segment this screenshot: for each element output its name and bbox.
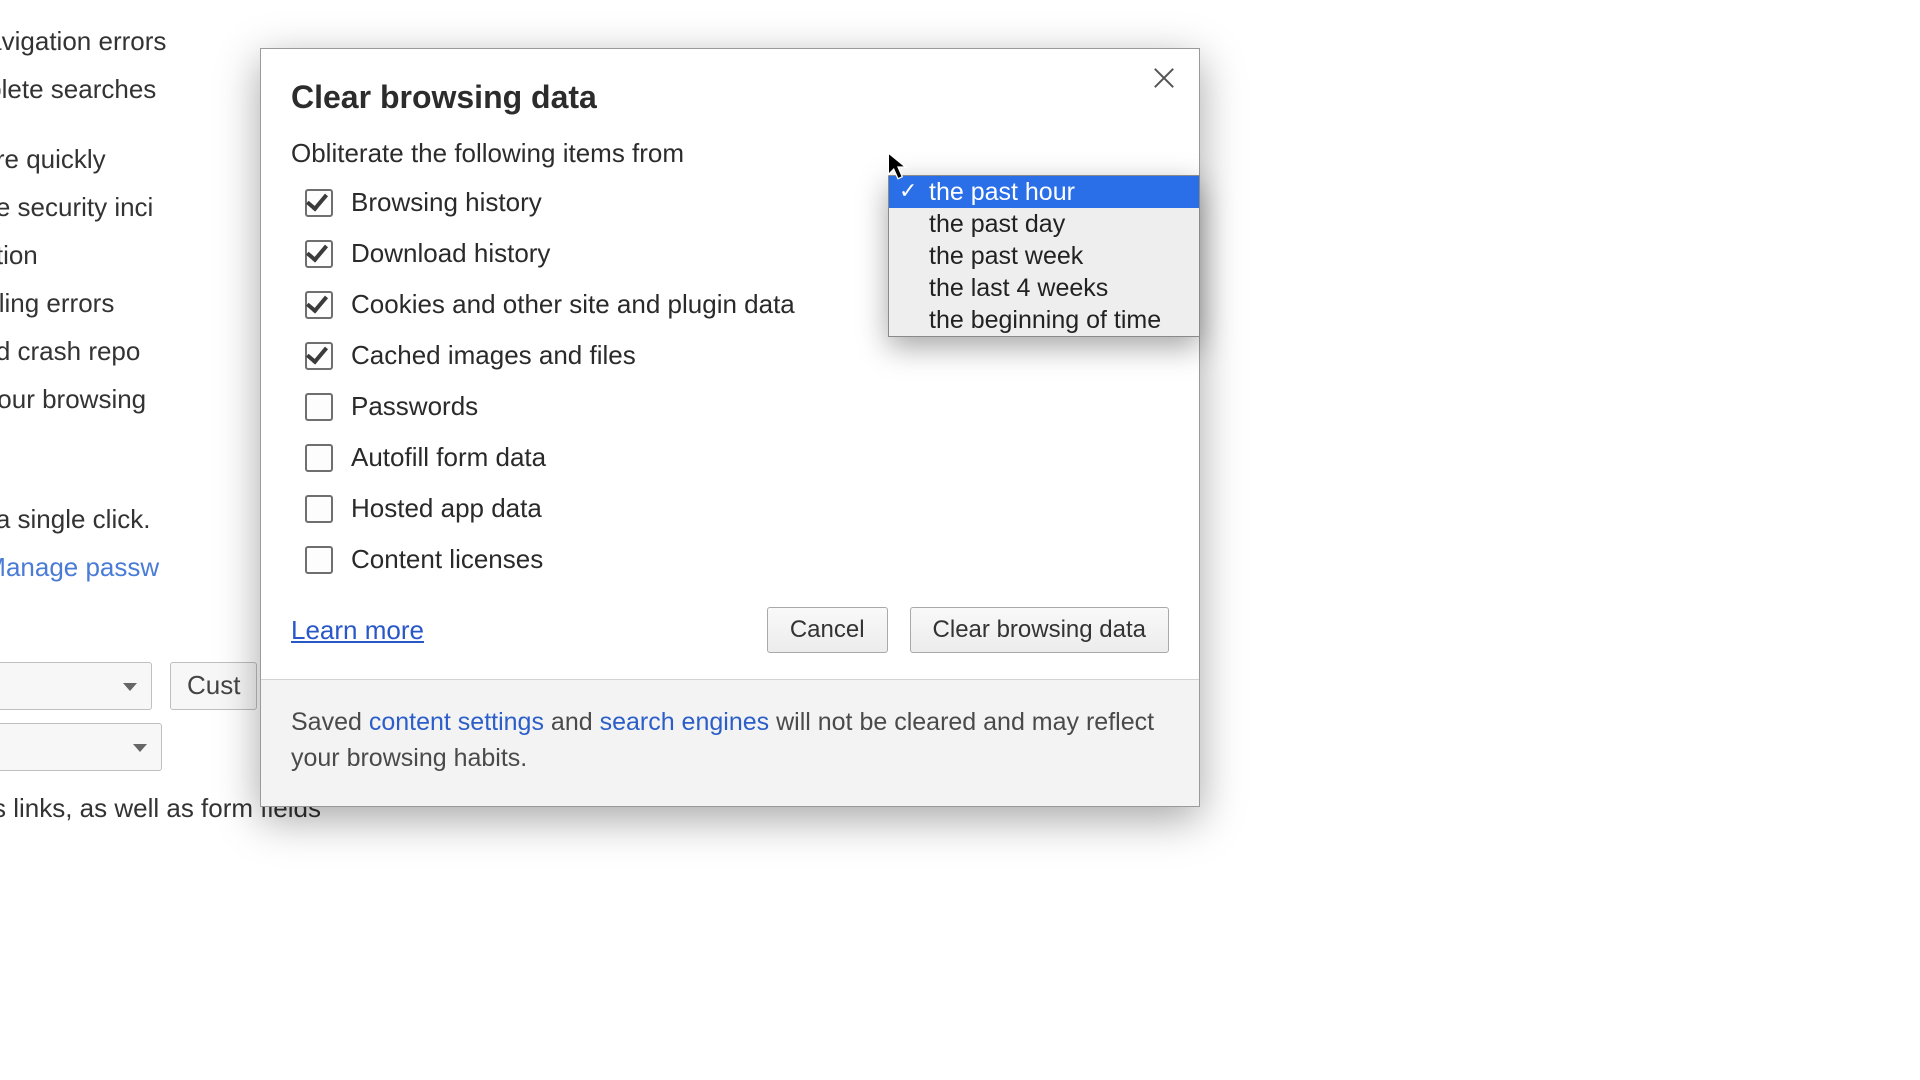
checkbox[interactable] — [305, 393, 333, 421]
checkbox-label: Content licenses — [351, 544, 543, 575]
checkbox[interactable] — [305, 546, 333, 574]
bg-select-2[interactable] — [0, 723, 162, 771]
time-range-prompt: Obliterate the following items from — [291, 138, 1169, 169]
chevron-down-icon — [123, 683, 137, 691]
checkbox-label: Hosted app data — [351, 493, 542, 524]
dropdown-option-past-hour[interactable]: the past hour — [889, 176, 1199, 208]
dropdown-option-last-4-weeks[interactable]: the last 4 weeks — [889, 272, 1199, 304]
dropdown-option-past-day[interactable]: the past day — [889, 208, 1199, 240]
checkbox[interactable] — [305, 240, 333, 268]
learn-more-link[interactable]: Learn more — [291, 615, 424, 646]
check-row-passwords[interactable]: Passwords — [305, 391, 1169, 422]
checkbox[interactable] — [305, 291, 333, 319]
checkbox-label: Cached images and files — [351, 340, 636, 371]
search-engines-link[interactable]: search engines — [600, 708, 770, 736]
clear-browsing-data-dialog: Clear browsing data Obliterate the follo… — [260, 48, 1200, 807]
content-settings-link[interactable]: content settings — [369, 708, 544, 736]
bg-select-1[interactable] — [0, 662, 152, 710]
check-row-autofill[interactable]: Autofill form data — [305, 442, 1169, 473]
checkbox[interactable] — [305, 189, 333, 217]
close-icon[interactable] — [1149, 63, 1179, 93]
checkbox-label: Download history — [351, 238, 550, 269]
dialog-footer-note: Saved content settings and search engine… — [261, 679, 1199, 806]
checkbox-label: Browsing history — [351, 187, 542, 218]
checkbox-label: Passwords — [351, 391, 478, 422]
clear-data-button[interactable]: Clear browsing data — [910, 607, 1169, 653]
checkbox[interactable] — [305, 444, 333, 472]
checkbox[interactable] — [305, 342, 333, 370]
dialog-title: Clear browsing data — [291, 79, 1169, 116]
dropdown-option-past-week[interactable]: the past week — [889, 240, 1199, 272]
time-range-dropdown[interactable]: the past hour the past day the past week… — [888, 175, 1200, 337]
manage-passwords-link[interactable]: Manage passw — [0, 552, 159, 582]
check-row-cached[interactable]: Cached images and files — [305, 340, 1169, 371]
checkbox-label: Autofill form data — [351, 442, 546, 473]
custom-button[interactable]: Cust — [170, 662, 257, 710]
check-row-hosted-app[interactable]: Hosted app data — [305, 493, 1169, 524]
chevron-down-icon — [133, 744, 147, 752]
checkbox-label: Cookies and other site and plugin data — [351, 289, 795, 320]
check-row-content-licenses[interactable]: Content licenses — [305, 544, 1169, 575]
dropdown-option-beginning[interactable]: the beginning of time — [889, 304, 1199, 336]
checkbox[interactable] — [305, 495, 333, 523]
cancel-button[interactable]: Cancel — [767, 607, 888, 653]
